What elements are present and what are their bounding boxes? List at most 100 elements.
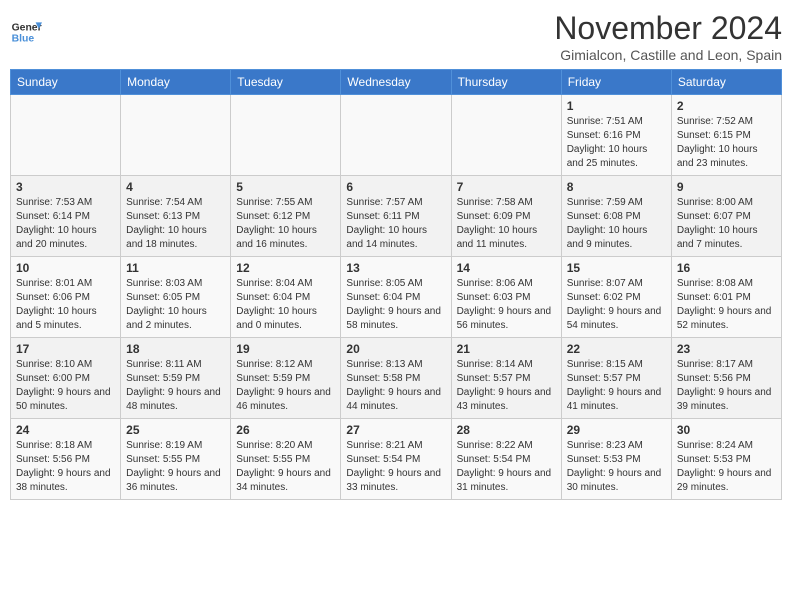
calendar-week-2: 3Sunrise: 7:53 AM Sunset: 6:14 PM Daylig… bbox=[11, 176, 782, 257]
day-info: Sunrise: 7:54 AM Sunset: 6:13 PM Dayligh… bbox=[126, 196, 225, 252]
day-info: Sunrise: 7:59 AM Sunset: 6:08 PM Dayligh… bbox=[567, 196, 666, 252]
calendar-cell: 22 Sunrise: 8:15 AM Sunset: 5:57 PM Dayli… bbox=[561, 338, 671, 419]
header-sunday: Sunday bbox=[11, 70, 121, 95]
day-info: Sunrise: 8:21 AM Sunset: 5:54 PM Dayligh… bbox=[346, 439, 445, 495]
calendar-cell bbox=[451, 95, 561, 176]
calendar-cell: 2 Sunrise: 7:52 AM Sunset: 6:15 PM Daylig… bbox=[671, 95, 781, 176]
title-area: November 2024 Gimialcon, Castille and Le… bbox=[554, 10, 782, 63]
calendar-cell bbox=[231, 95, 341, 176]
day-info: Sunrise: 7:52 AM Sunset: 6:15 PM Dayligh… bbox=[677, 115, 776, 171]
day-number: 17 bbox=[16, 342, 115, 356]
calendar-cell: 23 Sunrise: 8:17 AM Sunset: 5:56 PM Dayli… bbox=[671, 338, 781, 419]
calendar-table: SundayMondayTuesdayWednesdayThursdayFrid… bbox=[10, 69, 782, 500]
day-number: 21 bbox=[457, 342, 556, 356]
day-info: Sunrise: 8:11 AM Sunset: 5:59 PM Dayligh… bbox=[126, 358, 225, 414]
day-info: Sunrise: 8:19 AM Sunset: 5:55 PM Dayligh… bbox=[126, 439, 225, 495]
day-number: 23 bbox=[677, 342, 776, 356]
header-thursday: Thursday bbox=[451, 70, 561, 95]
calendar-cell: 13Sunrise: 8:05 AM Sunset: 6:04 PM Dayli… bbox=[341, 257, 451, 338]
calendar-cell: 21 Sunrise: 8:14 AM Sunset: 5:57 PM Dayli… bbox=[451, 338, 561, 419]
day-number: 4 bbox=[126, 180, 225, 194]
calendar-cell: 24 Sunrise: 8:18 AM Sunset: 5:56 PM Dayli… bbox=[11, 419, 121, 500]
day-info: Sunrise: 8:08 AM Sunset: 6:01 PM Dayligh… bbox=[677, 277, 776, 333]
day-info: Sunrise: 8:01 AM Sunset: 6:06 PM Dayligh… bbox=[16, 277, 115, 333]
day-info: Sunrise: 8:00 AM Sunset: 6:07 PM Dayligh… bbox=[677, 196, 776, 252]
header-saturday: Saturday bbox=[671, 70, 781, 95]
calendar-cell: 3Sunrise: 7:53 AM Sunset: 6:14 PM Daylig… bbox=[11, 176, 121, 257]
day-number: 6 bbox=[346, 180, 445, 194]
calendar-header-row: SundayMondayTuesdayWednesdayThursdayFrid… bbox=[11, 70, 782, 95]
day-number: 29 bbox=[567, 423, 666, 437]
calendar-cell: 6 Sunrise: 7:57 AM Sunset: 6:11 PM Daylig… bbox=[341, 176, 451, 257]
calendar-cell: 15Sunrise: 8:07 AM Sunset: 6:02 PM Dayli… bbox=[561, 257, 671, 338]
calendar-cell: 8Sunrise: 7:59 AM Sunset: 6:08 PM Daylig… bbox=[561, 176, 671, 257]
calendar-week-1: 1 Sunrise: 7:51 AM Sunset: 6:16 PM Daylig… bbox=[11, 95, 782, 176]
calendar-cell: 14 Sunrise: 8:06 AM Sunset: 6:03 PM Dayli… bbox=[451, 257, 561, 338]
day-number: 15 bbox=[567, 261, 666, 275]
calendar-cell: 18 Sunrise: 8:11 AM Sunset: 5:59 PM Dayli… bbox=[121, 338, 231, 419]
day-number: 22 bbox=[567, 342, 666, 356]
day-info: Sunrise: 7:53 AM Sunset: 6:14 PM Dayligh… bbox=[16, 196, 115, 252]
calendar-cell: 5Sunrise: 7:55 AM Sunset: 6:12 PM Daylig… bbox=[231, 176, 341, 257]
day-number: 7 bbox=[457, 180, 556, 194]
calendar-cell: 16 Sunrise: 8:08 AM Sunset: 6:01 PM Dayli… bbox=[671, 257, 781, 338]
day-info: Sunrise: 7:57 AM Sunset: 6:11 PM Dayligh… bbox=[346, 196, 445, 252]
page-header: General Blue November 2024 Gimialcon, Ca… bbox=[10, 10, 782, 63]
calendar-cell: 7Sunrise: 7:58 AM Sunset: 6:09 PM Daylig… bbox=[451, 176, 561, 257]
day-info: Sunrise: 8:10 AM Sunset: 6:00 PM Dayligh… bbox=[16, 358, 115, 414]
calendar-cell: 11Sunrise: 8:03 AM Sunset: 6:05 PM Dayli… bbox=[121, 257, 231, 338]
calendar-cell: 30Sunrise: 8:24 AM Sunset: 5:53 PM Dayli… bbox=[671, 419, 781, 500]
day-number: 24 bbox=[16, 423, 115, 437]
day-number: 25 bbox=[126, 423, 225, 437]
calendar-cell: 9 Sunrise: 8:00 AM Sunset: 6:07 PM Daylig… bbox=[671, 176, 781, 257]
day-info: Sunrise: 8:20 AM Sunset: 5:55 PM Dayligh… bbox=[236, 439, 335, 495]
calendar-cell: 1 Sunrise: 7:51 AM Sunset: 6:16 PM Daylig… bbox=[561, 95, 671, 176]
page-subtitle: Gimialcon, Castille and Leon, Spain bbox=[554, 47, 782, 63]
header-wednesday: Wednesday bbox=[341, 70, 451, 95]
day-info: Sunrise: 8:04 AM Sunset: 6:04 PM Dayligh… bbox=[236, 277, 335, 333]
day-number: 26 bbox=[236, 423, 335, 437]
day-number: 20 bbox=[346, 342, 445, 356]
calendar-cell: 29 Sunrise: 8:23 AM Sunset: 5:53 PM Dayli… bbox=[561, 419, 671, 500]
day-number: 9 bbox=[677, 180, 776, 194]
calendar-cell bbox=[341, 95, 451, 176]
calendar-week-3: 10 Sunrise: 8:01 AM Sunset: 6:06 PM Dayli… bbox=[11, 257, 782, 338]
calendar-cell: 17 Sunrise: 8:10 AM Sunset: 6:00 PM Dayli… bbox=[11, 338, 121, 419]
day-number: 19 bbox=[236, 342, 335, 356]
calendar-cell: 10 Sunrise: 8:01 AM Sunset: 6:06 PM Dayli… bbox=[11, 257, 121, 338]
day-info: Sunrise: 7:55 AM Sunset: 6:12 PM Dayligh… bbox=[236, 196, 335, 252]
day-info: Sunrise: 7:51 AM Sunset: 6:16 PM Dayligh… bbox=[567, 115, 666, 171]
day-number: 1 bbox=[567, 99, 666, 113]
day-info: Sunrise: 8:23 AM Sunset: 5:53 PM Dayligh… bbox=[567, 439, 666, 495]
day-number: 12 bbox=[236, 261, 335, 275]
day-number: 14 bbox=[457, 261, 556, 275]
page-title: November 2024 bbox=[554, 10, 782, 47]
day-info: Sunrise: 8:06 AM Sunset: 6:03 PM Dayligh… bbox=[457, 277, 556, 333]
day-number: 27 bbox=[346, 423, 445, 437]
day-number: 13 bbox=[346, 261, 445, 275]
logo-icon: General Blue bbox=[10, 16, 42, 48]
header-friday: Friday bbox=[561, 70, 671, 95]
calendar-cell: 4 Sunrise: 7:54 AM Sunset: 6:13 PM Daylig… bbox=[121, 176, 231, 257]
header-tuesday: Tuesday bbox=[231, 70, 341, 95]
day-info: Sunrise: 8:17 AM Sunset: 5:56 PM Dayligh… bbox=[677, 358, 776, 414]
day-info: Sunrise: 8:15 AM Sunset: 5:57 PM Dayligh… bbox=[567, 358, 666, 414]
calendar-cell: 27 Sunrise: 8:21 AM Sunset: 5:54 PM Dayli… bbox=[341, 419, 451, 500]
day-number: 2 bbox=[677, 99, 776, 113]
day-number: 16 bbox=[677, 261, 776, 275]
day-number: 18 bbox=[126, 342, 225, 356]
calendar-cell: 25 Sunrise: 8:19 AM Sunset: 5:55 PM Dayli… bbox=[121, 419, 231, 500]
day-info: Sunrise: 8:18 AM Sunset: 5:56 PM Dayligh… bbox=[16, 439, 115, 495]
calendar-cell bbox=[121, 95, 231, 176]
day-number: 10 bbox=[16, 261, 115, 275]
calendar-cell bbox=[11, 95, 121, 176]
calendar-cell: 19Sunrise: 8:12 AM Sunset: 5:59 PM Dayli… bbox=[231, 338, 341, 419]
calendar-week-5: 24 Sunrise: 8:18 AM Sunset: 5:56 PM Dayli… bbox=[11, 419, 782, 500]
day-number: 28 bbox=[457, 423, 556, 437]
day-info: Sunrise: 8:14 AM Sunset: 5:57 PM Dayligh… bbox=[457, 358, 556, 414]
day-info: Sunrise: 8:13 AM Sunset: 5:58 PM Dayligh… bbox=[346, 358, 445, 414]
calendar-cell: 12 Sunrise: 8:04 AM Sunset: 6:04 PM Dayli… bbox=[231, 257, 341, 338]
calendar-cell: 26 Sunrise: 8:20 AM Sunset: 5:55 PM Dayli… bbox=[231, 419, 341, 500]
svg-text:Blue: Blue bbox=[12, 34, 35, 45]
day-number: 30 bbox=[677, 423, 776, 437]
